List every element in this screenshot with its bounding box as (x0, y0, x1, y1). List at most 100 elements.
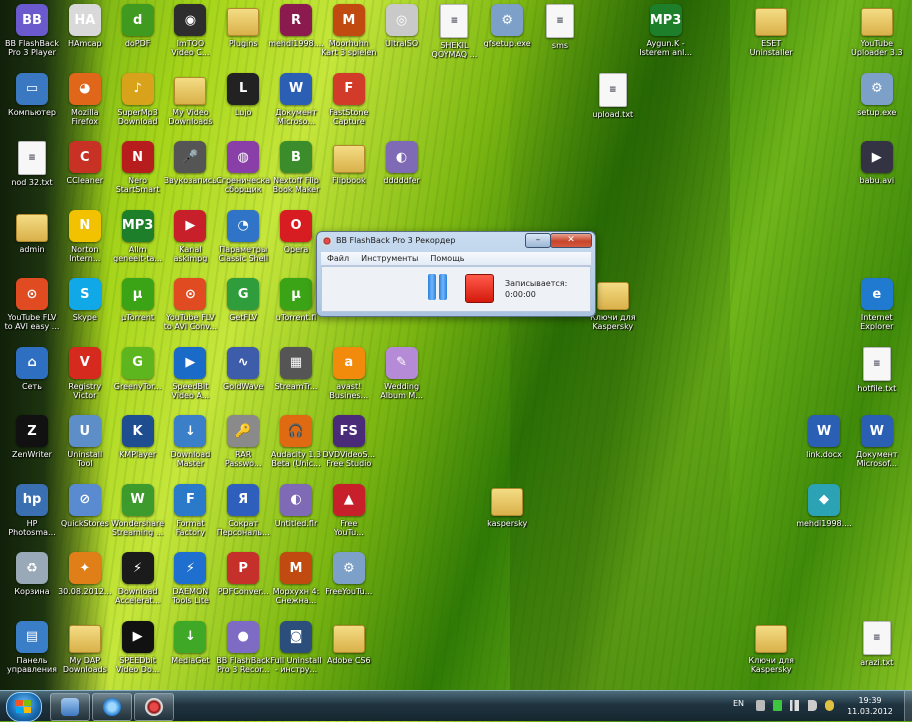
document-icon: ≡ (440, 4, 469, 38)
word-document-icon: W (860, 415, 893, 447)
desktop-icon[interactable]: W Документ Microsof... (845, 415, 909, 481)
desktop-icon[interactable]: YouTube Uploader 3.3 (845, 4, 909, 70)
rar-password-icon: 🔑 (227, 415, 260, 447)
recording-status: Записывается: (505, 279, 568, 288)
youtube-converter-icon: ⊙ (16, 278, 48, 310)
stop-button[interactable] (465, 274, 494, 303)
hp-photosmart-icon: hp (16, 483, 48, 516)
taskbar: EN 19:39 11.03.2012 (0, 690, 912, 722)
text-file-icon: ≡ (862, 620, 891, 655)
video-file-icon: ▶ (860, 141, 893, 173)
taskbar-explorer-button[interactable] (50, 693, 90, 721)
network-status-icon[interactable] (790, 700, 799, 711)
desktop-icon[interactable]: ◐ dddddfer (370, 141, 434, 207)
mp3-file-icon: MP3 (121, 209, 154, 242)
music-download-icon: ♪ (121, 72, 154, 105)
free-youtube-icon: ▲ (332, 483, 365, 516)
text-file-icon: ≡ (598, 72, 627, 107)
folder-icon (755, 624, 788, 653)
desktop-icon-label: Internet Explorer (860, 313, 894, 331)
audacity-icon: 🎧 (280, 415, 312, 447)
desktop-icon[interactable]: ✎ Wedding Album M... (370, 346, 434, 413)
ccleaner-icon: C (68, 141, 101, 173)
webcam-icon: HA (68, 4, 101, 36)
menu-tools[interactable]: Инструменты (361, 254, 418, 263)
disc-tool-icon: ◐ (385, 141, 418, 173)
desktop-icon[interactable]: ESET Uninstaller (739, 4, 803, 70)
show-desktop-button[interactable] (904, 691, 912, 721)
orb-icon: ◍ (227, 141, 260, 173)
internet-explorer-icon (103, 698, 121, 716)
desktop-icon[interactable]: ⚙ setup.exe (845, 72, 909, 139)
pause-button[interactable] (425, 274, 449, 300)
shell-settings-icon: ◔ (227, 209, 260, 242)
close-button[interactable]: ✕ (550, 233, 592, 248)
torrent-client-icon: G (121, 346, 154, 379)
desktop-icon[interactable]: ▲ Free YouTu... (317, 483, 381, 550)
faststone-capture-icon: F (332, 72, 365, 105)
flag-icon[interactable] (825, 700, 834, 711)
disc-icon: ◎ (385, 4, 418, 36)
menu-help[interactable]: Помощь (430, 254, 464, 263)
socrat-icon: Я (227, 483, 260, 516)
mediaget-icon: ↓ (174, 620, 207, 653)
uninstall-tool-icon: U (68, 415, 101, 447)
flashback-recorder-icon (145, 698, 163, 716)
recycle-bin-icon: ♻ (16, 552, 48, 584)
language-indicator[interactable]: EN (733, 699, 744, 708)
registry-icon: V (68, 346, 101, 379)
utorrent-icon: µ (121, 278, 154, 310)
minimize-button[interactable]: – (525, 233, 551, 248)
goldwave-icon: ∿ (227, 346, 260, 379)
pause-icon (439, 274, 447, 300)
nero-icon: N (121, 141, 154, 173)
volume-icon[interactable] (808, 700, 817, 711)
user-folder-icon (16, 213, 48, 242)
menu-file[interactable]: Файл (327, 254, 349, 263)
battery-icon[interactable] (773, 700, 782, 711)
taskbar-flashback-button[interactable] (134, 693, 174, 721)
desktop-icon[interactable]: ≡ hotfile.txt (845, 346, 909, 413)
desktop-icon[interactable]: Ключи для Kaspersky (739, 621, 803, 687)
clock[interactable]: 19:39 11.03.2012 (840, 695, 900, 717)
image-file-icon: ✦ (68, 552, 101, 584)
desktop-icon[interactable]: kaspersky (475, 484, 539, 550)
moorhuhn-game-icon: M (280, 552, 312, 584)
desktop-icon[interactable]: e Internet Explorer (845, 278, 909, 344)
desktop-icon-label: YouTube Uploader 3.3 (851, 39, 903, 57)
disc-tool-icon: ◐ (280, 483, 312, 516)
desktop-icon[interactable]: ≡ arazi.txt (845, 620, 909, 687)
recorder-titlebar[interactable]: BB FlashBack Pro 3 Рекордер – ✕ (317, 232, 595, 250)
desktop-icon[interactable]: ▶ babu.avi (845, 141, 909, 207)
desktop-icon[interactable]: ≡ sms (528, 4, 592, 70)
pdf-printer-icon: d (121, 4, 154, 36)
desktop-icon-label: sms (551, 41, 569, 50)
desktop-icon-label: Ключи для Kaspersky (748, 655, 794, 674)
flashback-player-icon: BB (16, 4, 48, 36)
start-button[interactable] (6, 692, 42, 722)
installer-icon: ⚙ (332, 552, 365, 584)
recorder-window[interactable]: BB FlashBack Pro 3 Рекордер – ✕ Файл Инс… (316, 231, 596, 317)
recorder-controls: Записывается: 0:00:00 (321, 266, 591, 312)
zenwriter-icon: Z (16, 415, 48, 447)
daemon-tools-icon: ⚡ (174, 552, 207, 584)
tray-show-hidden-icon[interactable] (756, 700, 765, 711)
desktop-icon-label: Документ Microsof... (856, 450, 898, 468)
desktop-icon[interactable]: FS DVDVideoS... Free Studio (317, 415, 381, 481)
folder-icon (68, 624, 101, 653)
full-uninstall-icon: ◙ (280, 620, 312, 653)
folder-icon (332, 624, 365, 653)
word-document-icon: W (280, 72, 312, 105)
microphone-icon: 🎤 (174, 141, 207, 173)
desktop-icon[interactable]: MP3 Aygun.K - Isterem anl... (634, 4, 698, 70)
taskbar-ie-button[interactable] (92, 693, 132, 721)
desktop-icon[interactable]: Adobe CS6 (317, 621, 381, 687)
desktop-icon[interactable]: ◆ mehdi1998.... (792, 483, 856, 550)
desktop-icon[interactable]: ≡ upload.txt (581, 72, 645, 139)
control-panel-icon: ▤ (16, 620, 48, 653)
internet-explorer-icon: e (860, 278, 893, 310)
desktop-icon[interactable]: F FastStone Capture (317, 72, 381, 139)
flashback-app-icon (322, 236, 332, 246)
desktop-icon-label: DVDVideoS... Free Studio (322, 450, 376, 468)
desktop-icon[interactable]: ⚙ FreeYouTu... (317, 552, 381, 618)
